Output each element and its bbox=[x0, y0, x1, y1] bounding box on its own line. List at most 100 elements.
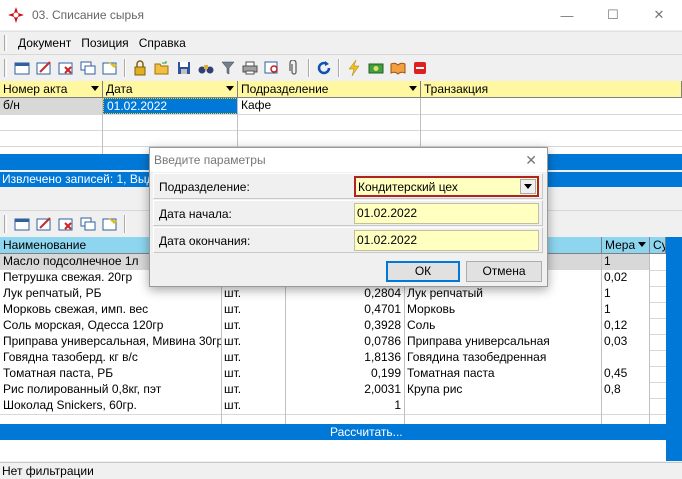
cell-name[interactable]: Морковь свежая, имп. вес bbox=[0, 302, 221, 318]
post-position-icon[interactable] bbox=[99, 214, 121, 234]
filter-icon[interactable] bbox=[217, 58, 239, 78]
parameters-dialog: Введите параметры ✕ Подразделение: Конди… bbox=[149, 147, 548, 287]
copy-position-icon[interactable] bbox=[77, 214, 99, 234]
vertical-scrollbar[interactable] bbox=[666, 237, 682, 461]
cell-product[interactable]: Соль bbox=[404, 318, 601, 334]
copy-document-icon[interactable] bbox=[77, 58, 99, 78]
attach-icon[interactable] bbox=[283, 58, 305, 78]
book-icon[interactable] bbox=[387, 58, 409, 78]
cell-unit[interactable]: шт. bbox=[221, 286, 285, 302]
edit-position-icon[interactable] bbox=[33, 214, 55, 234]
toolbar-separator bbox=[338, 58, 340, 77]
cell-product[interactable] bbox=[404, 398, 601, 414]
cell-act-number[interactable]: б/н bbox=[0, 98, 103, 114]
cell-qty[interactable]: 0,2804 bbox=[285, 286, 404, 302]
calc-row: Рассчитать... bbox=[0, 424, 666, 440]
cell-measure[interactable]: 1 bbox=[601, 302, 649, 318]
print-icon[interactable] bbox=[239, 58, 261, 78]
acts-grid: Номер акта Дата Подразделение Транзакция… bbox=[0, 81, 682, 154]
menu-help[interactable]: Справка bbox=[134, 34, 191, 52]
cell-qty[interactable]: 0,199 bbox=[285, 366, 404, 382]
cell-product[interactable]: Морковь bbox=[404, 302, 601, 318]
cell-department[interactable]: Кафе bbox=[238, 98, 421, 114]
menu-grip bbox=[4, 34, 7, 51]
department-select[interactable]: Кондитерский цех bbox=[354, 176, 539, 197]
cell-product[interactable]: Томатная паста bbox=[404, 366, 601, 382]
cell-qty[interactable]: 1 bbox=[285, 398, 404, 414]
cell-unit[interactable]: шт. bbox=[221, 382, 285, 398]
cell-measure[interactable]: 0,03 bbox=[601, 334, 649, 350]
cell-name[interactable]: Говядна тазоберд. кг в/с bbox=[0, 350, 221, 366]
col-department[interactable]: Подразделение bbox=[238, 81, 421, 98]
cell-qty[interactable]: 0,4701 bbox=[285, 302, 404, 318]
maximize-button[interactable]: ☐ bbox=[590, 0, 636, 30]
lock-icon[interactable] bbox=[129, 58, 151, 78]
menu-position[interactable]: Позиция bbox=[76, 34, 133, 52]
cell-qty[interactable]: 0,3928 bbox=[285, 318, 404, 334]
refresh-icon[interactable] bbox=[313, 58, 335, 78]
cell-unit[interactable]: шт. bbox=[221, 366, 285, 382]
col-su[interactable]: Су bbox=[650, 237, 666, 254]
menu-document[interactable]: Документ bbox=[13, 34, 76, 52]
cell-name[interactable]: Томатная паста, РБ bbox=[0, 366, 221, 382]
chevron-down-icon[interactable] bbox=[520, 179, 536, 194]
cell-unit[interactable]: шт. bbox=[221, 398, 285, 414]
cell-unit[interactable]: шт. bbox=[221, 318, 285, 334]
cell-unit[interactable]: шт. bbox=[221, 334, 285, 350]
open-folder-icon[interactable] bbox=[151, 58, 173, 78]
cell-product[interactable]: Крупа рис bbox=[404, 382, 601, 398]
cell-measure[interactable]: 0,02 bbox=[601, 270, 649, 286]
end-date-row: Дата окончания: 01.02.2022 bbox=[153, 227, 543, 253]
cell-product[interactable]: Говядина тазобедренная bbox=[404, 350, 601, 366]
toolbar-separator bbox=[124, 58, 126, 77]
lightning-icon[interactable] bbox=[343, 58, 365, 78]
delete-position-icon[interactable] bbox=[55, 214, 77, 234]
cell-name[interactable]: Рис полированный 0,8кг, пэт bbox=[0, 382, 221, 398]
cell-measure[interactable] bbox=[601, 350, 649, 366]
document-toolbar bbox=[0, 54, 682, 80]
cell-measure[interactable]: 0,45 bbox=[601, 366, 649, 382]
cell-qty[interactable]: 0,0786 bbox=[285, 334, 404, 350]
cell-product[interactable]: Лук репчатый bbox=[404, 286, 601, 302]
cancel-button[interactable]: Отмена bbox=[466, 261, 542, 282]
col-transaction[interactable]: Транзакция bbox=[421, 81, 682, 98]
col-measure[interactable]: Мера bbox=[602, 237, 650, 254]
new-position-icon[interactable] bbox=[11, 214, 33, 234]
close-button[interactable]: ✕ bbox=[636, 0, 682, 30]
find-icon[interactable] bbox=[195, 58, 217, 78]
cell-unit[interactable]: шт. bbox=[221, 302, 285, 318]
cell-name[interactable]: Соль морская, Одесса 120гр bbox=[0, 318, 221, 334]
cell-name[interactable]: Приправа универсальная, Мивина 30гр bbox=[0, 334, 221, 350]
stop-icon[interactable] bbox=[409, 58, 431, 78]
dialog-close-icon[interactable]: ✕ bbox=[525, 148, 537, 172]
cell-measure[interactable]: 1 bbox=[601, 286, 649, 302]
ok-button[interactable]: ОК bbox=[386, 261, 460, 282]
cell-product[interactable]: Приправа универсальная bbox=[404, 334, 601, 350]
cell-measure[interactable]: 0,12 bbox=[601, 318, 649, 334]
cell-transaction[interactable] bbox=[421, 98, 682, 114]
cell-qty[interactable]: 1,8136 bbox=[285, 350, 404, 366]
cell-measure[interactable]: 1 bbox=[601, 254, 649, 270]
preview-icon[interactable] bbox=[261, 58, 283, 78]
cell-name[interactable]: Шоколад Snickers, 60гр. bbox=[0, 398, 221, 414]
cell-unit[interactable]: шт. bbox=[221, 350, 285, 366]
post-document-icon[interactable] bbox=[99, 58, 121, 78]
toolbar-grip bbox=[4, 58, 7, 77]
calculate-button[interactable]: Рассчитать... bbox=[330, 425, 403, 439]
cell-measure[interactable]: 0,8 bbox=[601, 382, 649, 398]
cell-qty[interactable]: 2,0031 bbox=[285, 382, 404, 398]
new-document-icon[interactable] bbox=[11, 58, 33, 78]
money-icon[interactable] bbox=[365, 58, 387, 78]
edit-document-icon[interactable] bbox=[33, 58, 55, 78]
minimize-button[interactable]: — bbox=[544, 0, 590, 30]
cell-measure[interactable] bbox=[601, 398, 649, 414]
cell-date[interactable]: 01.02.2022 bbox=[103, 98, 238, 114]
start-date-field[interactable]: 01.02.2022 bbox=[354, 203, 539, 224]
cell-name[interactable]: Лук репчатый, РБ bbox=[0, 286, 221, 302]
col-act-number[interactable]: Номер акта bbox=[0, 81, 103, 98]
col-date[interactable]: Дата bbox=[103, 81, 238, 98]
end-date-field[interactable]: 01.02.2022 bbox=[354, 230, 539, 251]
delete-document-icon[interactable] bbox=[55, 58, 77, 78]
menu-bar: Документ Позиция Справка bbox=[0, 31, 682, 53]
save-icon[interactable] bbox=[173, 58, 195, 78]
